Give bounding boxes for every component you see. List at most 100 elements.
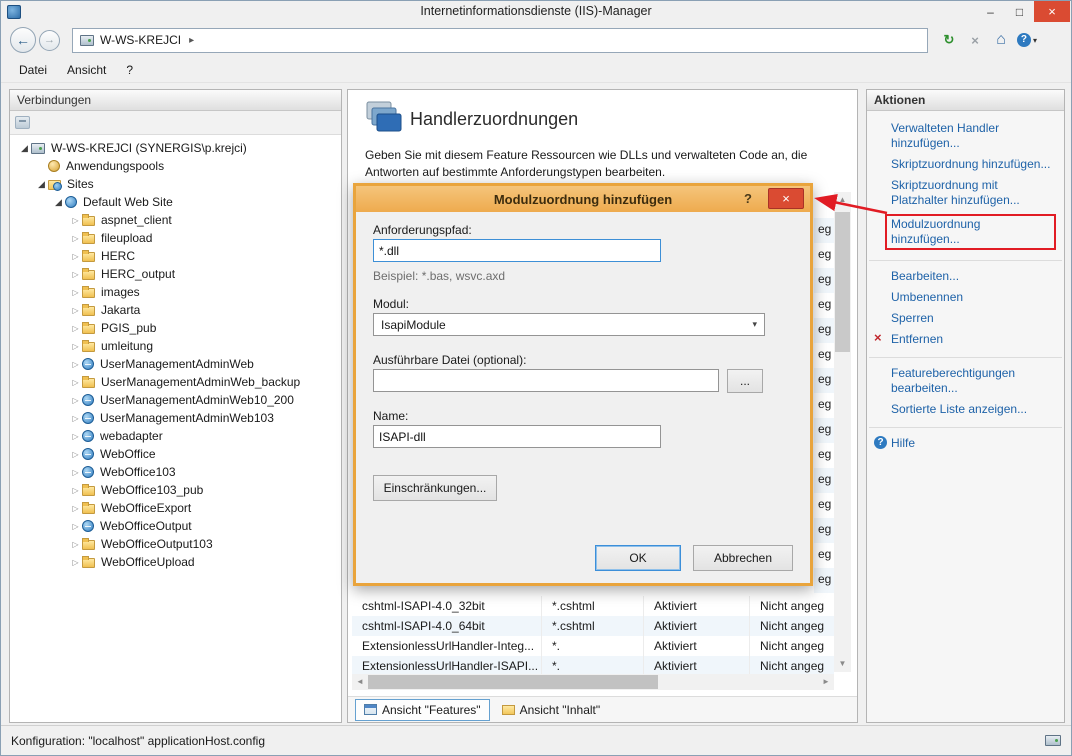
folder-icon xyxy=(82,342,95,352)
stop-icon[interactable]: × xyxy=(962,28,988,52)
dialog-help-button[interactable]: ? xyxy=(738,189,758,209)
tree-item-usermanagementadminweb-backup[interactable]: ▷UserManagementAdminWeb_backup xyxy=(10,373,341,391)
action-label: Modulzuordnung hinzufügen... xyxy=(885,214,1056,250)
action-skriptzuordnung-mit-platzhalter-hinzuf-gen[interactable]: Skriptzuordnung mit Platzhalter hinzufüg… xyxy=(869,175,1062,211)
tree-item-pgis-pub[interactable]: ▷PGIS_pub xyxy=(10,319,341,337)
closed-expander-icon[interactable]: ▷ xyxy=(69,324,82,333)
restrictions-button[interactable]: Einschränkungen... xyxy=(373,475,497,501)
action-featureberechtigungen-bearbeiten[interactable]: Featureberechtigungen bearbeiten... xyxy=(869,363,1062,399)
tree-item-herc[interactable]: ▷HERC xyxy=(10,247,341,265)
tab-ansicht-features[interactable]: Ansicht "Features" xyxy=(355,699,490,721)
closed-expander-icon[interactable]: ▷ xyxy=(69,558,82,567)
tree-item-default-web-site[interactable]: ◢Default Web Site xyxy=(10,193,341,211)
menu-item-ansicht[interactable]: Ansicht xyxy=(57,59,116,81)
closed-expander-icon[interactable]: ▷ xyxy=(69,270,82,279)
tree-item-weboffice103[interactable]: ▷WebOffice103 xyxy=(10,463,341,481)
vertical-scroll-thumb[interactable] xyxy=(835,212,850,352)
dialog-titlebar[interactable]: Modulzuordnung hinzufügen ? × xyxy=(356,186,810,212)
tab-ansicht-inhalt[interactable]: Ansicht "Inhalt" xyxy=(493,699,610,721)
home-icon[interactable]: ⌂ xyxy=(988,28,1014,52)
executable-input[interactable] xyxy=(373,369,719,392)
scroll-right-icon[interactable]: ► xyxy=(818,674,834,690)
vertical-scrollbar[interactable]: ▲ ▼ xyxy=(834,192,851,672)
tree-item-usermanagementadminweb10-200[interactable]: ▷UserManagementAdminWeb10_200 xyxy=(10,391,341,409)
scroll-left-icon[interactable]: ◄ xyxy=(352,674,368,690)
menu-item-datei[interactable]: Datei xyxy=(9,59,57,81)
closed-expander-icon[interactable]: ▷ xyxy=(69,378,82,387)
tree-item-webofficeoutput103[interactable]: ▷WebOfficeOutput103 xyxy=(10,535,341,553)
table-row[interactable]: ExtensionlessUrlHandler-ISAPI...*.Aktivi… xyxy=(352,656,834,674)
module-select[interactable]: IsapiModule ▾ xyxy=(373,313,765,336)
breadcrumb-chevron-icon[interactable]: ▸ xyxy=(189,35,194,46)
close-button[interactable]: × xyxy=(1034,1,1070,22)
action-hilfe[interactable]: ?Hilfe xyxy=(869,433,1062,454)
breadcrumb-node[interactable]: W-WS-KREJCI xyxy=(100,33,181,47)
horizontal-scroll-thumb[interactable] xyxy=(368,675,658,689)
closed-expander-icon[interactable]: ▷ xyxy=(69,306,82,315)
closed-expander-icon[interactable]: ▷ xyxy=(69,288,82,297)
tree-item-images[interactable]: ▷images xyxy=(10,283,341,301)
closed-expander-icon[interactable]: ▷ xyxy=(69,504,82,513)
tree-item-usermanagementadminweb103[interactable]: ▷UserManagementAdminWeb103 xyxy=(10,409,341,427)
minimize-button[interactable]: – xyxy=(976,1,1005,22)
open-expander-icon[interactable]: ◢ xyxy=(18,143,31,154)
closed-expander-icon[interactable]: ▷ xyxy=(69,216,82,225)
tree-item-umleitung[interactable]: ▷umleitung xyxy=(10,337,341,355)
action-skriptzuordnung-hinzuf-gen[interactable]: Skriptzuordnung hinzufügen... xyxy=(869,154,1062,175)
closed-expander-icon[interactable]: ▷ xyxy=(69,432,82,441)
tree-item-weboffice[interactable]: ▷WebOffice xyxy=(10,445,341,463)
tree-item-webofficeoutput[interactable]: ▷WebOfficeOutput xyxy=(10,517,341,535)
forward-button[interactable]: → xyxy=(39,30,60,51)
table-row[interactable]: cshtml-ISAPI-4.0_64bit*.cshtmlAktiviertN… xyxy=(352,616,834,636)
action-bearbeiten[interactable]: Bearbeiten... xyxy=(869,266,1062,287)
tree-item-fileupload[interactable]: ▷fileupload xyxy=(10,229,341,247)
closed-expander-icon[interactable]: ▷ xyxy=(69,540,82,549)
tree-item-jakarta[interactable]: ▷Jakarta xyxy=(10,301,341,319)
horizontal-scrollbar[interactable]: ◄ ► xyxy=(352,674,834,690)
scroll-down-icon[interactable]: ▼ xyxy=(834,656,851,672)
closed-expander-icon[interactable]: ▷ xyxy=(69,450,82,459)
closed-expander-icon[interactable]: ▷ xyxy=(69,414,82,423)
maximize-button[interactable]: □ xyxy=(1005,1,1034,22)
tree-item-anwendungspools[interactable]: Anwendungspools xyxy=(10,157,341,175)
closed-expander-icon[interactable]: ▷ xyxy=(69,252,82,261)
closed-expander-icon[interactable]: ▷ xyxy=(69,342,82,351)
action-sortierte-liste-anzeigen[interactable]: Sortierte Liste anzeigen... xyxy=(869,399,1062,420)
cancel-button[interactable]: Abbrechen xyxy=(693,545,793,571)
tree-item-webofficeupload[interactable]: ▷WebOfficeUpload xyxy=(10,553,341,571)
tree-item-sites[interactable]: ◢Sites xyxy=(10,175,341,193)
tree-item-aspnet-client[interactable]: ▷aspnet_client xyxy=(10,211,341,229)
help-icon[interactable]: ?▾ xyxy=(1014,28,1040,52)
request-path-input[interactable] xyxy=(373,239,661,262)
open-expander-icon[interactable]: ◢ xyxy=(52,197,65,208)
ok-button[interactable]: OK xyxy=(595,545,681,571)
dialog-close-button[interactable]: × xyxy=(768,188,804,209)
closed-expander-icon[interactable]: ▷ xyxy=(69,522,82,531)
tree-item-webadapter[interactable]: ▷webadapter xyxy=(10,427,341,445)
closed-expander-icon[interactable]: ▷ xyxy=(69,360,82,369)
closed-expander-icon[interactable]: ▷ xyxy=(69,486,82,495)
name-input[interactable] xyxy=(373,425,661,448)
tree-item-webofficeexport[interactable]: ▷WebOfficeExport xyxy=(10,499,341,517)
action-umbenennen[interactable]: Umbenennen xyxy=(869,287,1062,308)
connections-toolbar-icon[interactable] xyxy=(15,116,30,129)
restart-icon[interactable]: ↻ xyxy=(936,28,962,52)
closed-expander-icon[interactable]: ▷ xyxy=(69,468,82,477)
request-path-example: Beispiel: *.bas, wsvc.axd xyxy=(373,269,505,283)
table-row[interactable]: cshtml-ISAPI-4.0_32bit*.cshtmlAktiviertN… xyxy=(352,596,834,616)
closed-expander-icon[interactable]: ▷ xyxy=(69,234,82,243)
action-modulzuordnung-hinzuf-gen[interactable]: Modulzuordnung hinzufügen... xyxy=(869,211,1062,253)
table-row[interactable]: ExtensionlessUrlHandler-Integ...*.Aktivi… xyxy=(352,636,834,656)
tree-item-weboffice103-pub[interactable]: ▷WebOffice103_pub xyxy=(10,481,341,499)
action-sperren[interactable]: Sperren xyxy=(869,308,1062,329)
action-entfernen[interactable]: ×Entfernen xyxy=(869,329,1062,350)
tree-item-usermanagementadminweb[interactable]: ▷UserManagementAdminWeb xyxy=(10,355,341,373)
tree-item-herc-output[interactable]: ▷HERC_output xyxy=(10,265,341,283)
open-expander-icon[interactable]: ◢ xyxy=(35,179,48,190)
browse-button[interactable]: ... xyxy=(727,369,763,393)
action-verwalteten-handler-hinzuf-gen[interactable]: Verwalteten Handler hinzufügen... xyxy=(869,118,1062,154)
menu-item-[interactable]: ? xyxy=(116,59,143,81)
tree-item-w-ws-krejci-synergis-p-krejci[interactable]: ◢W-WS-KREJCI (SYNERGIS\p.krejci) xyxy=(10,139,341,157)
back-button[interactable]: ← xyxy=(10,27,36,53)
closed-expander-icon[interactable]: ▷ xyxy=(69,396,82,405)
